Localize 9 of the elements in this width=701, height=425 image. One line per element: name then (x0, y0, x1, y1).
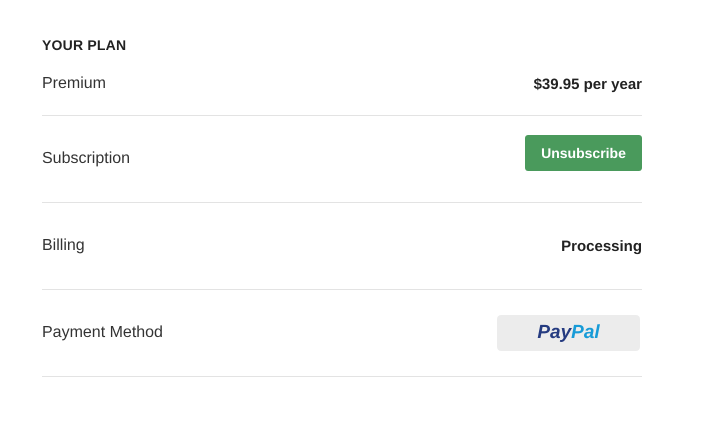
row-value: $39.95 per year (534, 76, 642, 92)
unsubscribe-button[interactable]: Unsubscribe (525, 135, 642, 171)
payment-logo: PayPal (497, 315, 640, 351)
row-label: Premium (42, 75, 106, 93)
section-heading: YOUR PLAN (42, 37, 128, 53)
row-value: Processing (561, 238, 642, 254)
row-label: Payment Method (42, 324, 163, 342)
row-label: Billing (42, 237, 85, 255)
row-label: Subscription (42, 150, 130, 168)
